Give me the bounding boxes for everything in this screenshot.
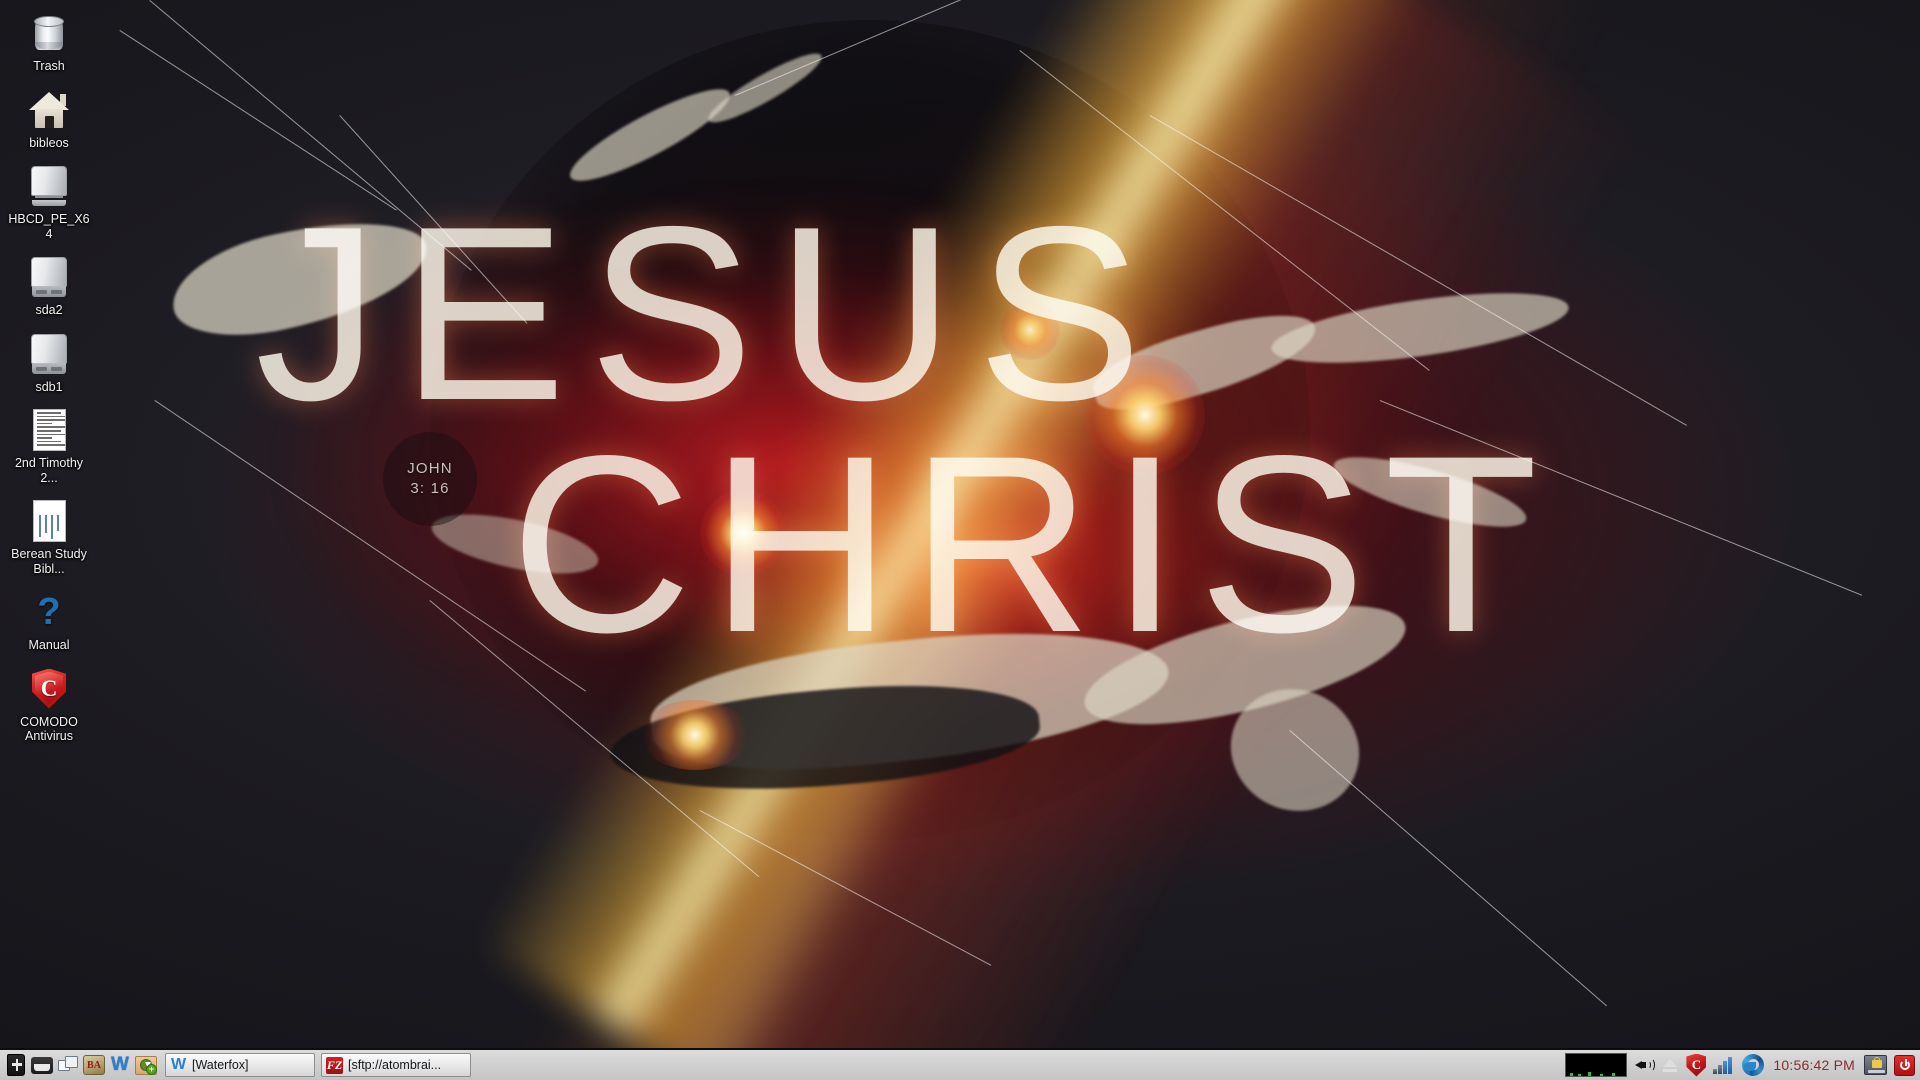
taskbar-window-button[interactable]: FZ [sftp://atombrai... — [321, 1053, 471, 1077]
desktop-icon-label: bibleos — [29, 135, 69, 150]
taskbar-launchers: BA W + — [0, 1050, 161, 1080]
filezilla-icon: FZ — [326, 1056, 343, 1074]
show-desktop-icon — [57, 1056, 79, 1074]
volume-tray-button[interactable] — [1634, 1056, 1656, 1074]
desktop-icon-label: sda2 — [35, 303, 63, 317]
drive-icon — [26, 331, 72, 377]
ba-launcher[interactable]: BA — [82, 1052, 106, 1078]
bible-launcher[interactable] — [4, 1052, 28, 1078]
system-monitor-graph-icon — [1565, 1053, 1628, 1077]
terminal-icon — [31, 1056, 53, 1074]
drive-icon — [26, 163, 72, 209]
comodo-tray-button[interactable]: C — [1686, 1053, 1707, 1077]
terminal-launcher[interactable] — [30, 1052, 54, 1078]
desktop-icon-label: COMODO Antivirus — [20, 714, 78, 744]
signal-bars-icon — [1713, 1056, 1735, 1075]
system-monitor-widget[interactable] — [1565, 1053, 1628, 1077]
desktop-icon-comodo-antivirus[interactable]: C COMODO Antivirus — [6, 662, 92, 747]
download-folder-icon: + — [135, 1055, 157, 1075]
desktop[interactable]: JESUS CHRIST JOHN 3: 16 Trash bibleos HB… — [0, 0, 1920, 1080]
drive-icon — [26, 254, 72, 300]
comodo-shield-icon: C — [1686, 1053, 1707, 1077]
desktop-icon-manual[interactable]: ? Manual — [6, 585, 92, 656]
desktop-icon-column: Trash bibleos HBCD_PE_X64 sda2 sdb1 2nd … — [6, 6, 98, 753]
taskbar-window-button[interactable]: W [Waterfox] — [165, 1053, 315, 1077]
bible-document-icon — [26, 498, 72, 544]
blue-swirl-icon — [1742, 1054, 1765, 1076]
ba-icon: BA — [83, 1055, 105, 1075]
desktop-icon-label: Trash — [33, 59, 65, 73]
eject-tray-button[interactable] — [1661, 1056, 1679, 1074]
comodo-shield-icon: C — [26, 666, 72, 712]
desktop-icon-label: HBCD_PE_X64 — [8, 212, 90, 241]
network-tray-button[interactable] — [1713, 1056, 1735, 1075]
power-button[interactable] — [1894, 1054, 1915, 1076]
speaker-icon — [1634, 1056, 1656, 1074]
bible-icon — [7, 1054, 25, 1076]
desktop-icon-label: Berean Study Bibl... — [11, 547, 87, 576]
wallpaper-verse-badge: JOHN 3: 16 — [383, 432, 477, 526]
lock-screen-icon — [1864, 1055, 1887, 1075]
desktop-icon-bibleos[interactable]: bibleos — [6, 83, 92, 154]
document-icon — [26, 407, 72, 453]
trash-icon — [26, 10, 72, 56]
taskbar-window-title: [Waterfox] — [192, 1058, 249, 1072]
system-tray: C 10:56:42 PM — [1565, 1050, 1920, 1080]
desktop-icon-sdb1[interactable]: sdb1 — [6, 327, 92, 398]
taskbar-clock[interactable]: 10:56:42 PM — [1771, 1057, 1857, 1073]
taskbar: BA W + W [Waterfox] FZ [sftp://atombrai.… — [0, 1048, 1920, 1080]
waterfox-launcher[interactable]: W — [108, 1052, 132, 1078]
waterfox-icon: W — [170, 1056, 187, 1073]
desktop-icon-sda2[interactable]: sda2 — [6, 250, 92, 321]
desktop-icon-hbcd-pe-x64[interactable]: HBCD_PE_X64 — [6, 159, 92, 244]
desktop-icon-trash[interactable]: Trash — [6, 6, 92, 77]
downloads-launcher[interactable]: + — [134, 1052, 158, 1078]
verse-reference: 3: 16 — [410, 480, 450, 497]
desktop-icon-label: Manual — [28, 638, 70, 652]
home-folder-icon — [26, 87, 72, 133]
taskbar-window-list: W [Waterfox] FZ [sftp://atombrai... — [161, 1050, 1565, 1080]
desktop-icon-2nd-timothy[interactable]: 2nd Timothy 2... — [6, 403, 92, 488]
swirl-tray-button[interactable] — [1742, 1054, 1765, 1076]
power-button-icon — [1894, 1054, 1915, 1076]
lock-screen-button[interactable] — [1864, 1055, 1887, 1075]
waterfox-icon: W — [111, 1054, 129, 1075]
verse-book: JOHN — [407, 459, 453, 477]
show-desktop-launcher[interactable] — [56, 1052, 80, 1078]
desktop-icon-berean-study-bible[interactable]: Berean Study Bibl... — [6, 494, 92, 579]
desktop-icon-label: sdb1 — [35, 379, 63, 394]
eject-icon — [1661, 1056, 1679, 1074]
taskbar-window-title: [sftp://atombrai... — [348, 1058, 442, 1072]
desktop-icon-label: 2nd Timothy 2... — [14, 456, 84, 485]
question-mark-icon: ? — [37, 591, 61, 633]
